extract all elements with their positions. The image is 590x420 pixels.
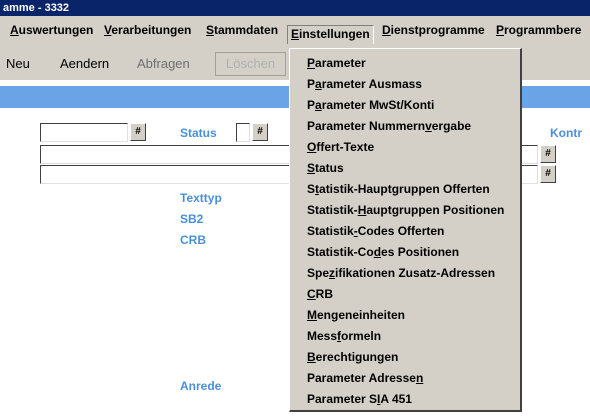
binoculars-icon: #: [545, 148, 551, 159]
menu-item-statistik-hauptgruppen-positionen[interactable]: Statistik-Hauptgruppen Positionen: [307, 200, 504, 220]
kontr-label: Kontr: [550, 126, 582, 140]
menu-item-crb[interactable]: CRB: [307, 284, 333, 304]
menu-bar: Auswertungen Verarbeitungen Stammdaten E…: [0, 16, 590, 44]
status-input[interactable]: [236, 123, 250, 142]
window-title: amme - 3332: [3, 2, 70, 14]
menu-verarbeitungen[interactable]: Verarbeitungen: [104, 23, 191, 39]
menu-item-messformeln[interactable]: Messformeln: [307, 326, 381, 346]
menu-programmbereiche[interactable]: Programmbere: [496, 23, 581, 39]
text-field-1-tail[interactable]: [520, 145, 538, 164]
menu-item-parameter-nummernvergabe[interactable]: Parameter Nummernvergabe: [307, 116, 471, 136]
menu-item-parameter-adressen[interactable]: Parameter Adressen: [307, 368, 423, 388]
aendern-button[interactable]: Aendern: [60, 56, 109, 71]
neu-button[interactable]: Neu: [6, 56, 30, 71]
menu-item-statistik-codes-positionen[interactable]: Statistik-Codes Positionen: [307, 242, 459, 262]
menu-auswertungen[interactable]: Auswertungen: [10, 23, 93, 39]
text-field-1[interactable]: [40, 145, 290, 164]
einstellungen-dropdown-menu: Parameter Parameter Ausmass Parameter Mw…: [289, 48, 522, 412]
window-title-bar: amme - 3332: [0, 0, 590, 16]
binoculars-icon: #: [257, 126, 263, 137]
menu-einstellungen[interactable]: Einstellungen: [287, 25, 374, 44]
menu-item-status[interactable]: Status: [307, 158, 344, 178]
status-label: Status: [180, 126, 217, 140]
abfragen-button[interactable]: Abfragen: [137, 56, 190, 71]
code-input[interactable]: [40, 123, 128, 142]
status-lookup-button[interactable]: #: [252, 123, 268, 141]
loeschen-button[interactable]: Löschen: [215, 52, 287, 76]
field1-lookup-button[interactable]: #: [540, 145, 556, 163]
text-field-2[interactable]: [40, 165, 290, 184]
menu-item-spezifikationen-zusatz-adressen[interactable]: Spezifikationen Zusatz-Adressen: [307, 263, 495, 283]
menu-item-mengeneinheiten[interactable]: Mengeneinheiten: [307, 305, 405, 325]
anrede-label: Anrede: [180, 379, 222, 393]
code-lookup-button[interactable]: #: [130, 123, 146, 141]
texttyp-label: Texttyp: [180, 191, 222, 205]
menu-dienstprogramme[interactable]: Dienstprogramme: [382, 23, 485, 39]
menu-item-statistik-codes-offerten[interactable]: Statistik-Codes Offerten: [307, 221, 444, 241]
menu-stammdaten[interactable]: Stammdaten: [206, 23, 278, 39]
field2-lookup-button[interactable]: #: [540, 165, 556, 183]
menu-item-parameter-ausmass[interactable]: Parameter Ausmass: [307, 74, 422, 94]
menu-item-offert-texte[interactable]: Offert-Texte: [307, 137, 374, 157]
binoculars-icon: #: [545, 168, 551, 179]
menu-item-berechtigungen[interactable]: Berechtigungen: [307, 347, 398, 367]
sb2-label: SB2: [180, 212, 204, 226]
menu-item-parameter-sia-451[interactable]: Parameter SIA 451: [307, 389, 412, 409]
menu-item-parameter[interactable]: Parameter: [307, 53, 366, 73]
crb-label: CRB: [180, 233, 206, 247]
text-field-2-tail[interactable]: [520, 165, 538, 184]
menu-item-statistik-hauptgruppen-offerten[interactable]: Statistik-Hauptgruppen Offerten: [307, 179, 490, 199]
menu-item-parameter-mwst-konti[interactable]: Parameter MwSt/Konti: [307, 95, 434, 115]
binoculars-icon: #: [135, 126, 141, 137]
